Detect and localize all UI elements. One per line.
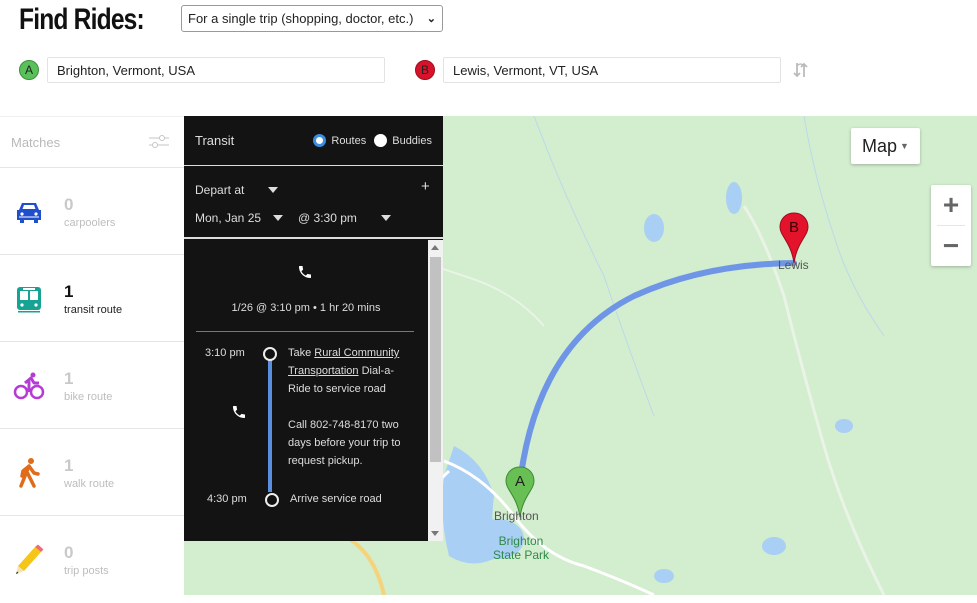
destination-input[interactable] xyxy=(443,57,781,83)
transit-count: 1 xyxy=(64,282,74,301)
marker-b-icon[interactable]: B xyxy=(779,212,809,264)
step-2-text: Arrive service road xyxy=(290,493,382,505)
depart-mode-select[interactable]: Depart at xyxy=(195,183,279,197)
date-select[interactable]: Mon, Jan 25 xyxy=(195,211,284,225)
zoom-control: + − xyxy=(931,185,971,266)
step-1-note: Call 802-748-8170 two days before your t… xyxy=(288,419,401,467)
step-2-node xyxy=(265,493,279,507)
bike-count: 1 xyxy=(64,369,74,388)
scroll-down-icon[interactable] xyxy=(431,531,439,536)
filter-sliders-icon[interactable] xyxy=(148,134,170,150)
walk-count: 1 xyxy=(64,456,74,475)
zoom-in-button[interactable]: + xyxy=(931,185,971,225)
time-value: @ 3:30 pm xyxy=(298,211,357,225)
itinerary-scrollbar[interactable] xyxy=(428,240,443,541)
depart-mode-value: Depart at xyxy=(195,183,245,197)
walk-icon xyxy=(19,458,40,488)
zoom-out-button[interactable]: − xyxy=(931,226,971,266)
radio-routes-indicator[interactable] xyxy=(313,134,327,147)
transit-label: transit route xyxy=(64,304,123,316)
route-line xyxy=(516,260,797,494)
radio-routes-label: Routes xyxy=(331,134,367,147)
phone-icon xyxy=(233,406,245,418)
header: Find Rides: For a single trip (shopping,… xyxy=(0,0,977,116)
transit-timeline-line xyxy=(268,360,272,492)
transit-panel: Transit Routes Buddies Depart at + Mon, … xyxy=(184,116,443,541)
sidebar-item-walk[interactable]: 1 walk route xyxy=(0,429,184,516)
bike-icon xyxy=(13,372,45,400)
carpoolers-count: 0 xyxy=(64,195,74,214)
page-title: Find Rides: xyxy=(19,3,145,36)
date-value: Mon, Jan 25 xyxy=(195,211,262,225)
destination-marker-icon: B xyxy=(415,60,435,80)
sidebar-item-bike[interactable]: 1 bike route xyxy=(0,342,184,429)
time-select[interactable]: @ 3:30 pm xyxy=(298,211,391,225)
matches-heading: Matches xyxy=(11,134,61,150)
marker-b-label: B xyxy=(789,219,799,236)
trip-posts-label: trip posts xyxy=(64,565,109,577)
walk-label: walk route xyxy=(64,478,115,490)
add-icon[interactable]: + xyxy=(421,178,430,195)
chevron-down-icon: ⌄ xyxy=(426,13,436,25)
caret-down-icon xyxy=(273,215,284,221)
summary-divider xyxy=(196,331,414,332)
scroll-up-icon[interactable] xyxy=(431,245,439,250)
bike-label: bike route xyxy=(64,391,113,403)
sidebar-item-transit[interactable]: 1 transit route xyxy=(0,255,184,342)
sidebar-item-carpoolers[interactable]: 0 carpoolers xyxy=(0,168,184,255)
step-1-time: 3:10 pm xyxy=(205,347,245,359)
train-icon xyxy=(17,287,41,313)
origin-marker-icon: A xyxy=(19,60,39,80)
map-type-label: Map xyxy=(862,135,898,156)
sidebar-item-trip-posts[interactable]: 0 trip posts xyxy=(0,516,184,603)
radio-buddies-label: Buddies xyxy=(392,134,432,147)
pencil-icon xyxy=(16,544,44,574)
swap-icon[interactable] xyxy=(792,61,810,79)
matches-sidebar: Matches 0 carpoolers 1 transit route 1 b… xyxy=(0,116,184,595)
phone-icon xyxy=(299,266,311,278)
map-label-brighton: Brighton xyxy=(494,509,539,523)
trip-type-value: For a single trip (shopping, doctor, etc… xyxy=(188,11,414,26)
step-1-text: Take Rural Community Transportation Dial… xyxy=(288,344,416,398)
caret-down-icon xyxy=(380,215,391,221)
map-label-park: Brighton State Park xyxy=(492,534,550,562)
trip-posts-count: 0 xyxy=(64,543,74,562)
step-1-prefix: Take xyxy=(288,347,315,359)
panel-header: Transit Routes Buddies xyxy=(184,116,443,166)
itinerary: 1/26 @ 3:10 pm • 1 hr 20 mins 3:10 pm Ta… xyxy=(184,240,428,541)
time-selector: Depart at + Mon, Jan 25 @ 3:30 pm xyxy=(184,166,443,239)
caret-down-icon: ▼ xyxy=(900,141,909,151)
map-type-button[interactable]: Map ▼ xyxy=(851,128,920,164)
caret-down-icon xyxy=(268,187,279,193)
radio-buddies[interactable]: Buddies xyxy=(374,134,432,147)
map-label-lewis: Lewis xyxy=(778,258,809,272)
radio-routes[interactable]: Routes xyxy=(313,134,366,147)
radio-buddies-indicator[interactable] xyxy=(374,134,388,147)
origin-input[interactable] xyxy=(47,57,385,83)
carpoolers-label: carpoolers xyxy=(64,217,116,229)
marker-a-label: A xyxy=(515,473,525,490)
matches-header: Matches xyxy=(0,117,184,168)
panel-title: Transit xyxy=(195,133,235,148)
scroll-thumb[interactable] xyxy=(430,257,441,462)
trip-summary: 1/26 @ 3:10 pm • 1 hr 20 mins xyxy=(231,302,381,314)
step-2-time: 4:30 pm xyxy=(207,493,247,505)
trip-type-select[interactable]: For a single trip (shopping, doctor, etc… xyxy=(181,5,443,32)
car-icon xyxy=(17,203,41,223)
step-1-node xyxy=(263,347,277,361)
